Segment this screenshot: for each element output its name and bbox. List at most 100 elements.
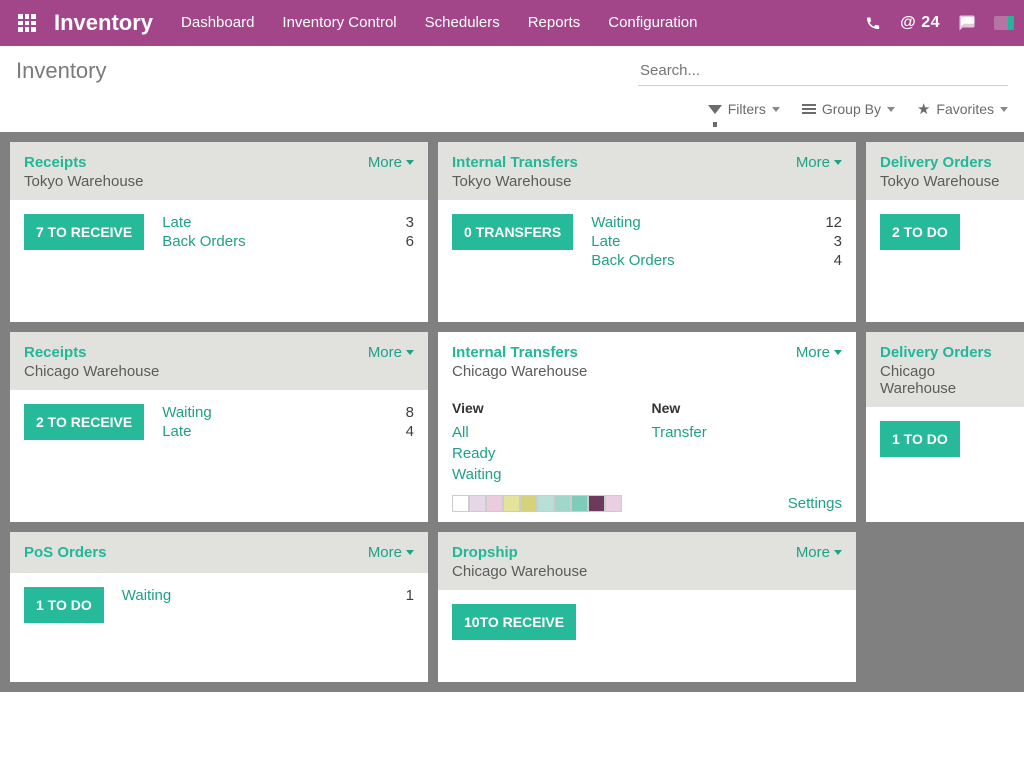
card-subtitle: Chicago Warehouse — [24, 363, 368, 380]
color-swatch[interactable] — [452, 495, 469, 512]
card-more-button[interactable]: More — [796, 344, 842, 361]
apps-button[interactable] — [4, 0, 50, 46]
card-title[interactable]: Delivery Orders — [880, 154, 1012, 171]
caret-down-icon — [406, 350, 414, 355]
card-title[interactable]: Delivery Orders — [880, 344, 1012, 361]
empty-cell — [866, 532, 1024, 682]
systray: @ 24 — [864, 14, 1020, 32]
color-swatch[interactable] — [503, 495, 520, 512]
app-brand[interactable]: Inventory — [50, 10, 167, 36]
caret-down-icon — [834, 160, 842, 165]
top-bar: Inventory Dashboard Inventory Control Sc… — [0, 0, 1024, 46]
nav-reports[interactable]: Reports — [514, 0, 595, 46]
card-more-button[interactable]: More — [368, 344, 414, 361]
stat-link[interactable]: Waiting — [122, 587, 382, 604]
stat-link[interactable]: Late — [162, 214, 381, 231]
new-transfer[interactable]: Transfer — [651, 422, 706, 443]
card-delivery-tokyo: Delivery Orders Tokyo Warehouse 2 TO DO — [866, 142, 1024, 322]
card-more-button[interactable]: More — [796, 544, 842, 561]
view-waiting[interactable]: Waiting — [452, 464, 501, 485]
stat-link[interactable]: Late — [162, 423, 381, 440]
card-pos-orders: PoS Orders More 1 TO DO Waiting1 — [10, 532, 428, 682]
favorites-button[interactable]: ★ Favorites — [917, 100, 1008, 118]
groupby-button[interactable]: Group By — [802, 100, 895, 118]
card-more-button[interactable]: More — [368, 154, 414, 171]
messaging-counter[interactable]: @ 24 — [900, 14, 940, 32]
card-title[interactable]: Internal Transfers — [452, 344, 796, 361]
search-input[interactable] — [638, 56, 1008, 86]
view-heading: View — [452, 400, 501, 416]
control-panel: Inventory Filters Group By ★ Favorites — [0, 46, 1024, 132]
caret-down-icon — [834, 550, 842, 555]
color-swatch[interactable] — [588, 495, 605, 512]
action-button[interactable]: 1 TO DO — [24, 587, 104, 623]
stat-value: 8 — [406, 404, 414, 421]
card-more-button[interactable]: More — [368, 544, 414, 561]
card-subtitle: Chicago Warehouse — [452, 363, 796, 380]
card-title[interactable]: Receipts — [24, 344, 368, 361]
progress-indicator[interactable] — [994, 16, 1014, 30]
page-title: Inventory — [16, 58, 107, 84]
chat-icon[interactable] — [958, 14, 976, 32]
view-ready[interactable]: Ready — [452, 443, 501, 464]
action-button[interactable]: 7 TO RECEIVE — [24, 214, 144, 250]
search-box — [638, 56, 1008, 86]
apps-grid-icon — [18, 14, 36, 32]
color-swatch[interactable] — [571, 495, 588, 512]
caret-down-icon — [406, 550, 414, 555]
stat-link[interactable]: Late — [591, 233, 801, 250]
stat-value: 4 — [406, 423, 414, 440]
stat-link[interactable]: Waiting — [591, 214, 801, 231]
color-swatch[interactable] — [469, 495, 486, 512]
card-subtitle: Chicago Warehouse — [880, 363, 1012, 397]
card-more-button[interactable]: More — [796, 154, 842, 171]
star-icon: ★ — [917, 100, 930, 118]
groupby-label: Group By — [822, 101, 881, 117]
card-dropship-chicago: Dropship Chicago Warehouse More 10TO REC… — [438, 532, 856, 682]
card-title[interactable]: Internal Transfers — [452, 154, 796, 171]
stat-value: 12 — [825, 214, 842, 231]
nav-dashboard[interactable]: Dashboard — [167, 0, 268, 46]
nav-configuration[interactable]: Configuration — [594, 0, 711, 46]
card-transfers-tokyo: Internal Transfers Tokyo Warehouse More … — [438, 142, 856, 322]
action-button[interactable]: 1 TO DO — [880, 421, 960, 457]
filters-button[interactable]: Filters — [708, 100, 780, 118]
card-subtitle: Tokyo Warehouse — [452, 173, 796, 190]
color-swatches: Settings — [452, 495, 842, 512]
stat-link[interactable]: Back Orders — [591, 252, 801, 269]
action-button[interactable]: 2 TO RECEIVE — [24, 404, 144, 440]
color-swatch[interactable] — [537, 495, 554, 512]
card-header: Receipts Tokyo Warehouse More — [10, 142, 428, 200]
list-icon — [802, 104, 816, 114]
filter-icon — [708, 105, 722, 114]
card-subtitle: Tokyo Warehouse — [24, 173, 368, 190]
nav-inventory-control[interactable]: Inventory Control — [268, 0, 410, 46]
settings-link[interactable]: Settings — [788, 495, 842, 512]
nav-schedulers[interactable]: Schedulers — [411, 0, 514, 46]
caret-down-icon — [406, 160, 414, 165]
card-title[interactable]: Receipts — [24, 154, 368, 171]
stat-link[interactable]: Back Orders — [162, 233, 381, 250]
card-subtitle: Tokyo Warehouse — [880, 173, 1012, 190]
color-swatch[interactable] — [605, 495, 622, 512]
more-label: More — [368, 154, 402, 171]
color-swatch[interactable] — [520, 495, 537, 512]
kanban-board: Receipts Tokyo Warehouse More 7 TO RECEI… — [0, 132, 1024, 692]
new-heading: New — [651, 400, 706, 416]
stat-value: 6 — [406, 233, 414, 250]
card-receipts-chicago: Receipts Chicago Warehouse More 2 TO REC… — [10, 332, 428, 522]
action-button[interactable]: 10TO RECEIVE — [452, 604, 576, 640]
phone-icon[interactable] — [864, 14, 882, 32]
action-button[interactable]: 2 TO DO — [880, 214, 960, 250]
card-title[interactable]: Dropship — [452, 544, 796, 561]
color-swatch[interactable] — [554, 495, 571, 512]
stat-link[interactable]: Waiting — [162, 404, 381, 421]
card-title[interactable]: PoS Orders — [24, 544, 368, 561]
view-all[interactable]: All — [452, 422, 501, 443]
action-button[interactable]: 0 TRANSFERS — [452, 214, 573, 250]
main-nav: Dashboard Inventory Control Schedulers R… — [167, 0, 711, 46]
favorites-label: Favorites — [936, 101, 994, 117]
filters-label: Filters — [728, 101, 766, 117]
card-stats: Late 3 Back Orders 6 — [162, 214, 414, 308]
color-swatch[interactable] — [486, 495, 503, 512]
